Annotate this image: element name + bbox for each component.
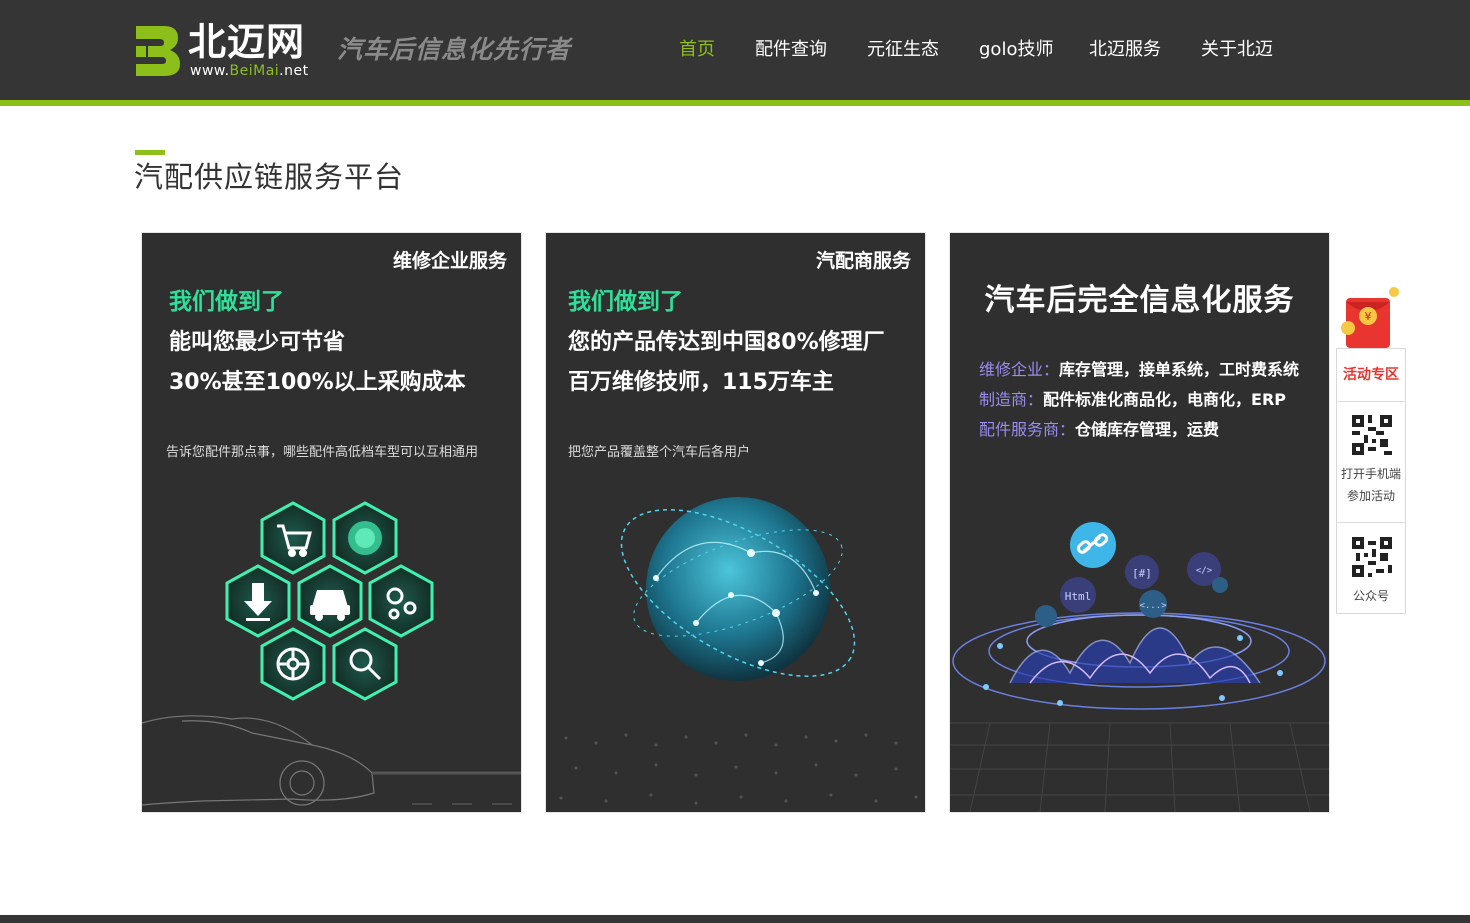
globe-network-illustration	[559, 497, 918, 805]
card-description: 告诉您配件那点事，哪些配件高低档车型可以互相通用	[166, 445, 479, 460]
nav-item-golo-tech[interactable]: golo技师	[979, 36, 1053, 64]
red-packet-icon[interactable]: ¥	[1336, 280, 1406, 350]
card-line: 百万维修技师，115万车主	[568, 370, 834, 395]
card-repair-service[interactable]: 维修企业服务 我们做到了 能叫您最少可节省 30%甚至100%以上采购成本 告诉…	[142, 233, 521, 812]
card-supplier-service[interactable]: 汽配商服务 我们做到了 您的产品传达到中国80%修理厂 百万维修技师，115万车…	[546, 233, 925, 812]
side-panel: 活动专区 打开手机端 参加活动 公众号	[1336, 348, 1406, 614]
globe-icon	[348, 521, 382, 555]
wechat-qr-caption: 公众号	[1352, 589, 1389, 603]
nav-item-home[interactable]: 首页	[679, 36, 715, 64]
nav-item-about[interactable]: 关于北迈	[1201, 36, 1273, 64]
svg-text:</>: </>	[1196, 566, 1213, 576]
svg-text:Html: Html	[1065, 590, 1092, 603]
data-wave-illustration: Html [#] <...> </>	[950, 522, 1329, 812]
card-title: 汽车后完全信息化服务	[984, 283, 1295, 318]
promo-zone-link[interactable]: 活动专区	[1337, 349, 1405, 402]
section-title: 汽配供应链服务平台	[134, 160, 405, 194]
wechat-qr-code	[1352, 537, 1392, 577]
slogan: 汽车后信息化先行者	[337, 35, 572, 64]
hexagon-icons-illustration	[142, 501, 521, 806]
mobile-qr-code	[1352, 415, 1392, 455]
card-informatization-service[interactable]: 汽车后完全信息化服务 维修企业：库存管理，接单系统，工时费系统 制造商：配件标准…	[950, 233, 1329, 812]
nav-item-services[interactable]: 北迈服务	[1089, 36, 1161, 64]
card-headline: 我们做到了	[568, 289, 683, 315]
card-line: 您的产品传达到中国80%修理厂	[568, 330, 885, 355]
card-tag: 汽配商服务	[815, 250, 911, 272]
mobile-qr-caption: 打开手机端 参加活动	[1340, 467, 1401, 503]
service-row: 配件服务商：仓储库存管理，运费	[979, 420, 1220, 439]
svg-text:<...>: <...>	[1139, 601, 1167, 611]
section-accent-bar	[135, 150, 165, 155]
card-description: 把您产品覆盖整个汽车后各用户	[568, 445, 751, 460]
site-logo[interactable]: 北迈网 www.BeiMai.net	[134, 20, 314, 80]
service-row: 维修企业：库存管理，接单系统，工时费系统	[979, 360, 1300, 379]
logo-url: www.BeiMai.net	[190, 63, 309, 79]
site-header: 北迈网 www.BeiMai.net 汽车后信息化先行者 首页 配件查询 元征生…	[0, 0, 1470, 106]
svg-text:[#]: [#]	[1132, 567, 1152, 580]
logo-name: 北迈网	[188, 20, 306, 64]
nav-item-launch-ecosystem[interactable]: 元征生态	[867, 36, 939, 64]
logo-mark-icon	[136, 26, 180, 76]
card-headline: 我们做到了	[169, 289, 284, 315]
card-line: 能叫您最少可节省	[169, 330, 346, 355]
side-divider	[1337, 522, 1405, 523]
card-line: 30%甚至100%以上采购成本	[169, 370, 466, 395]
footer-strip	[0, 915, 1470, 923]
nav-item-parts-search[interactable]: 配件查询	[755, 36, 827, 64]
service-row: 制造商：配件标准化商品化，电商化，ERP	[979, 390, 1286, 409]
card-tag: 维修企业服务	[392, 250, 507, 272]
svg-text:¥: ¥	[1365, 310, 1372, 323]
